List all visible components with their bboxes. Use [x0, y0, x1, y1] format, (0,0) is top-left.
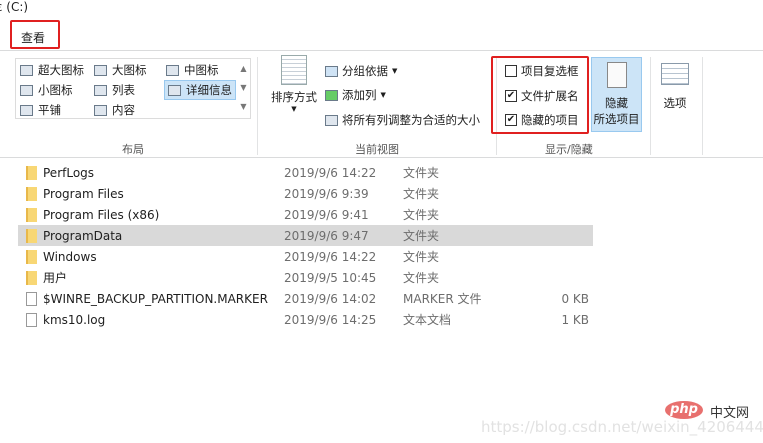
- file-type: 文件夹: [403, 271, 440, 285]
- file-row[interactable]: Program Files (x86) 2019/9/6 9:41 文件夹: [18, 204, 593, 225]
- gallery-scroll[interactable]: ▲ ▼ ▼: [237, 59, 250, 118]
- fit-columns-icon: [325, 114, 338, 126]
- layout-medium[interactable]: 中图标: [166, 62, 219, 78]
- file-row[interactable]: ProgramData 2019/9/6 9:47 文件夹: [18, 225, 593, 246]
- group-by-button[interactable]: 分组依据 ▼: [325, 63, 397, 79]
- add-column-icon: [325, 89, 338, 101]
- label: 超大图标: [38, 63, 84, 77]
- group-label-layout: 布局: [122, 143, 144, 156]
- add-column-button[interactable]: 添加列 ▼: [325, 87, 386, 103]
- sort-by-button[interactable]: 排序方式 ▼: [268, 55, 320, 115]
- hide-selected-button[interactable]: 隐藏 所选项目: [591, 57, 642, 132]
- file-date: 2019/9/6 9:47: [284, 228, 369, 243]
- folder-icon: [26, 186, 37, 201]
- file-date: 2019/9/6 14:02: [284, 291, 377, 306]
- file-type: 文件夹: [403, 166, 440, 180]
- folder-icon: [26, 270, 37, 285]
- ribbon: 超大图标 大图标 中图标 小图标 列表 详细信息 平铺 内容 ▲ ▼ ▼ 布局 排序…: [0, 50, 763, 158]
- label: 中图标: [184, 63, 219, 77]
- list-icon: [94, 84, 107, 96]
- layout-small[interactable]: 小图标: [20, 82, 73, 98]
- file-row[interactable]: 用户 2019/9/5 10:45 文件夹: [18, 267, 593, 288]
- file-name: 用户: [43, 271, 68, 285]
- layout-content[interactable]: 内容: [94, 102, 135, 118]
- label: 隐藏: [605, 96, 628, 110]
- tiles-icon: [20, 104, 33, 116]
- file-name: Program Files (x86): [43, 207, 160, 222]
- large-icons-icon: [94, 64, 107, 76]
- highlight-box: [491, 56, 589, 134]
- layout-large[interactable]: 大图标: [94, 62, 147, 78]
- label: 平铺: [38, 103, 61, 117]
- file-date: 2019/9/6 14:22: [284, 249, 377, 264]
- layout-gallery: 超大图标 大图标 中图标 小图标 列表 详细信息 平铺 内容: [15, 58, 251, 119]
- file-icon: [26, 291, 37, 306]
- file-date: 2019/9/6 9:41: [284, 207, 369, 222]
- file-name: Windows: [43, 249, 97, 264]
- label: 内容: [112, 103, 135, 117]
- window-title: ε (C:): [0, 0, 29, 14]
- layout-list[interactable]: 列表: [94, 82, 135, 98]
- file-name: ProgramData: [43, 228, 123, 243]
- folder-icon: [26, 207, 37, 222]
- php-logo: php: [665, 401, 703, 419]
- options-icon: [661, 63, 689, 85]
- file-date: 2019/9/6 14:22: [284, 165, 377, 180]
- file-date: 2019/9/6 14:25: [284, 312, 377, 327]
- fit-columns-button[interactable]: 将所有列调整为合适的大小: [325, 112, 480, 128]
- tab-view[interactable]: 查看: [21, 29, 45, 46]
- label: 添加列: [342, 88, 377, 102]
- label: 详细信息: [186, 83, 232, 97]
- file-date: 2019/9/5 10:45: [284, 270, 377, 285]
- label: 小图标: [38, 83, 73, 97]
- label: 列表: [112, 83, 135, 97]
- file-row[interactable]: Windows 2019/9/6 14:22 文件夹: [18, 246, 593, 267]
- label: 所选项目: [593, 112, 640, 126]
- layout-tiles[interactable]: 平铺: [20, 102, 61, 118]
- file-row[interactable]: Program Files 2019/9/6 9:39 文件夹: [18, 183, 593, 204]
- file-size: 1 KB: [561, 312, 589, 327]
- group-label-current-view: 当前视图: [355, 143, 399, 156]
- details-icon: [168, 84, 181, 96]
- small-icons-icon: [20, 84, 33, 96]
- file-name: $WINRE_BACKUP_PARTITION.MARKER: [43, 291, 268, 306]
- medium-icons-icon: [166, 64, 179, 76]
- dropdown-arrow-icon: ▼: [291, 105, 297, 113]
- group-label-show-hide: 显示/隐藏: [545, 143, 593, 156]
- file-date: 2019/9/6 9:39: [284, 186, 369, 201]
- file-name: kms10.log: [43, 312, 106, 327]
- file-icon: [26, 312, 37, 327]
- layout-extra-large[interactable]: 超大图标: [20, 62, 84, 78]
- folder-icon: [26, 165, 37, 180]
- options-button[interactable]: 选项: [658, 63, 692, 111]
- file-name: Program Files: [43, 186, 124, 201]
- folder-icon: [26, 228, 37, 243]
- content-icon: [94, 104, 107, 116]
- file-row[interactable]: kms10.log 2019/9/6 14:25 文本文档 1 KB: [18, 309, 593, 330]
- file-size: 0 KB: [561, 291, 589, 306]
- folder-icon: [26, 249, 37, 264]
- file-type: 文件夹: [403, 250, 440, 264]
- file-row[interactable]: PerfLogs 2019/9/6 14:22 文件夹: [18, 162, 593, 183]
- file-name: PerfLogs: [43, 165, 95, 180]
- file-type: 文件夹: [403, 187, 440, 201]
- file-type: 文件夹: [403, 208, 440, 222]
- file-row[interactable]: $WINRE_BACKUP_PARTITION.MARKER 2019/9/6 …: [18, 288, 593, 309]
- label: 选项: [663, 96, 687, 110]
- group-by-icon: [325, 65, 338, 77]
- sort-icon: [281, 55, 307, 85]
- label: 大图标: [112, 63, 147, 77]
- file-type: 文件夹: [403, 229, 440, 243]
- label: 将所有列调整为合适的大小: [342, 113, 480, 127]
- page-icon: [606, 62, 627, 88]
- watermark-url: https://blog.csdn.net/weixin_42064444: [481, 418, 763, 436]
- layout-details[interactable]: 详细信息: [164, 80, 236, 100]
- file-type: 文本文档: [403, 313, 452, 327]
- extra-large-icons-icon: [20, 64, 33, 76]
- label: 分组依据: [342, 64, 388, 78]
- file-type: MARKER 文件: [403, 292, 482, 306]
- label: 排序方式: [271, 90, 317, 104]
